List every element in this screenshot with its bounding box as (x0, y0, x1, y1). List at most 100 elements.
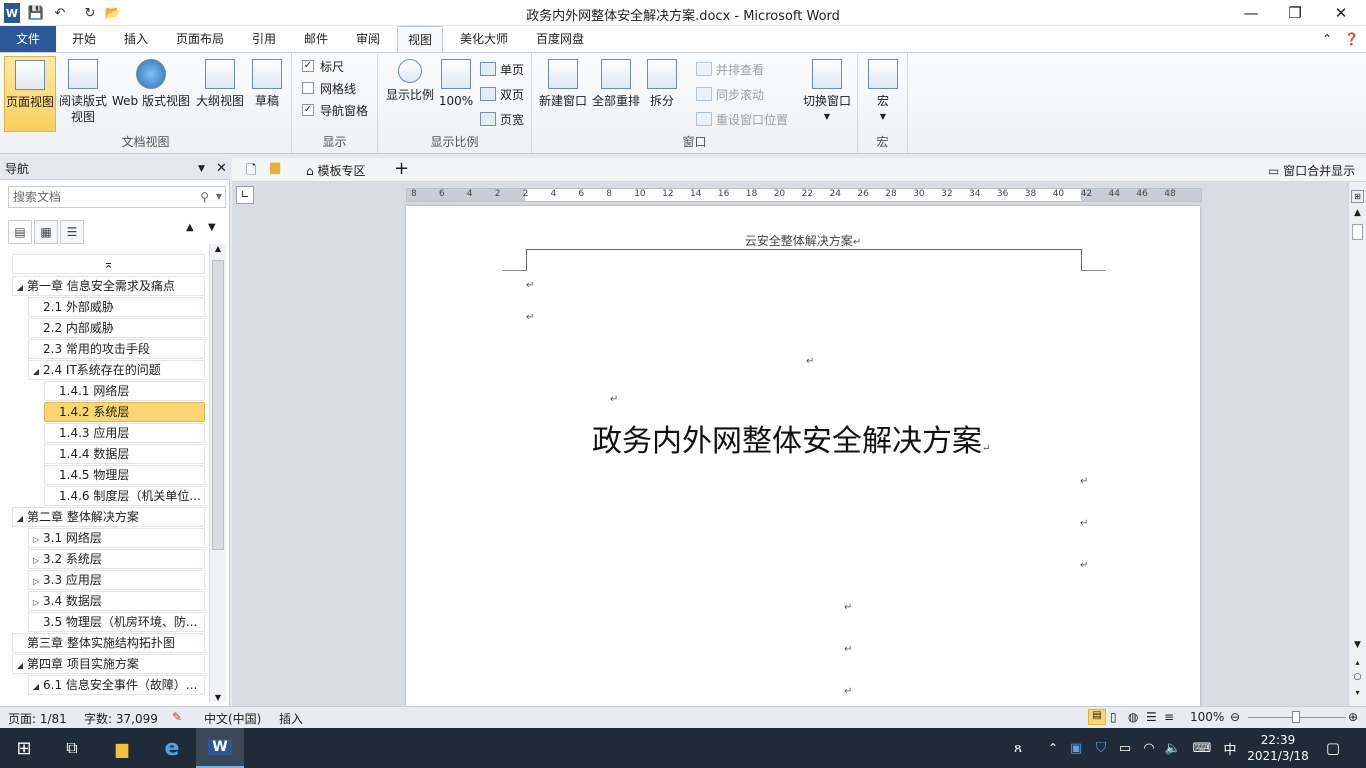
nav-heading-item[interactable]: ▷ 3.4 数据层 (28, 591, 205, 611)
print-layout-view-icon[interactable]: ▤ (1088, 709, 1106, 725)
nav-heading-item[interactable]: ◢ 第一章 信息安全需求及痛点 (12, 276, 205, 296)
folder-icon[interactable]: ▆ (270, 160, 280, 175)
expand-arrow-icon[interactable]: ▷ (29, 551, 43, 568)
scroll-down-icon[interactable]: ▼ (210, 693, 226, 702)
restore-icon[interactable]: ❐ (1272, 0, 1318, 26)
document-scrollbar[interactable]: ⊞ ▲ ▼ ▴ ○ ▾ (1348, 182, 1366, 706)
previous-heading-icon[interactable]: ▲ (186, 222, 194, 233)
nav-heading-item[interactable]: ▷ 3.1 网络层 (28, 528, 205, 548)
template-tab[interactable]: ⌂ 模板专区 (306, 162, 365, 179)
word-count[interactable]: 字数: 37,099 (84, 710, 158, 727)
expand-arrow-icon[interactable]: ▷ (29, 593, 43, 610)
expand-arrow-icon[interactable]: ▷ (29, 530, 43, 547)
full-reading-view-icon[interactable]: ▯ (1110, 710, 1117, 724)
outline-button[interactable]: 大纲视图 (194, 56, 246, 132)
next-page-icon[interactable]: ▾ (1349, 688, 1366, 697)
nav-search-input[interactable]: 搜索文档 ⚲ ▼ (8, 186, 226, 208)
word-taskbar-icon[interactable]: W (196, 728, 244, 768)
scroll-down-icon[interactable]: ▼ (1349, 640, 1366, 650)
people-icon[interactable]: ጸ (1006, 728, 1030, 768)
nav-heading-item[interactable]: 2.1 外部威胁 (28, 297, 205, 317)
nav-options-dropdown-icon[interactable]: ▼ (198, 158, 205, 180)
tab-view[interactable]: 视图 (397, 26, 444, 53)
reset-position-button[interactable]: 重设窗口位置 (696, 109, 788, 129)
new-doc-icon[interactable]: 🗋 (246, 161, 256, 183)
one-page-button[interactable]: 单页 (480, 59, 524, 79)
ruler-toggle-icon[interactable]: ⊞ (1351, 190, 1364, 203)
search-dropdown-icon[interactable]: ▼ (216, 187, 222, 207)
tab-stop-selector[interactable]: ∟ (236, 186, 254, 204)
nav-scroll-thumb[interactable] (212, 260, 224, 550)
tab-review[interactable]: 审阅 (346, 26, 390, 52)
proofing-icon[interactable]: ✎ (172, 710, 182, 724)
nav-pane-checkbox[interactable]: ✓ 导航窗格 (302, 100, 368, 120)
nav-heading-item[interactable]: 1.4.1 网络层 (44, 381, 205, 401)
web-layout-button[interactable]: Web 版式视图 (110, 56, 192, 132)
ribbon-collapse-icon[interactable]: ⌃ (1320, 26, 1334, 52)
nav-heading-item[interactable]: 1.4.5 物理层 (44, 465, 205, 485)
search-icon[interactable]: ⚲ (200, 187, 209, 207)
merge-windows-button[interactable]: ▭ 窗口合并显示 (1268, 162, 1355, 179)
zoom-100-button[interactable]: 100% (438, 56, 474, 132)
page-count[interactable]: 页面: 1/81 (8, 710, 67, 727)
nav-heading-item[interactable]: 第三章 整体实施结构拓扑图 (12, 633, 205, 653)
ie-browser-icon[interactable]: e (148, 728, 196, 768)
start-windows-icon[interactable]: ⊞ (0, 728, 48, 768)
new-window-button[interactable]: 新建窗口 (536, 56, 590, 132)
split-button[interactable]: 拆分 (644, 56, 680, 132)
collapse-arrow-icon[interactable]: ◢ (29, 362, 43, 379)
close-icon[interactable]: ✕ (1318, 0, 1364, 26)
pages-tab-icon[interactable]: ▦ (34, 220, 58, 244)
scroll-up-icon[interactable]: ▲ (1349, 208, 1366, 218)
gridlines-checkbox[interactable]: 网格线 (302, 78, 356, 98)
minimize-icon[interactable]: — (1228, 0, 1274, 26)
insert-mode[interactable]: 插入 (279, 710, 303, 727)
nav-heading-item[interactable]: ◢ 6.1 信息安全事件（故障）... (28, 675, 205, 695)
results-tab-icon[interactable]: ☰ (60, 220, 84, 244)
help-icon[interactable]: ❓ (1342, 26, 1361, 52)
clock[interactable]: 22:39 2021/3/18 (1246, 728, 1310, 768)
next-heading-icon[interactable]: ▼ (208, 222, 216, 233)
nav-heading-item[interactable]: 3.5 物理层（机房环境、防... (28, 612, 205, 632)
outline-view-icon[interactable]: ☰ (1146, 710, 1157, 724)
two-pages-button[interactable]: 双页 (480, 84, 524, 104)
nav-heading-item[interactable]: ▷ 3.2 系统层 (28, 549, 205, 569)
nav-close-icon[interactable]: ✕ (216, 158, 227, 180)
collapse-arrow-icon[interactable]: ◢ (13, 278, 27, 295)
nav-scrollbar[interactable]: ▲ ▼ (209, 244, 226, 702)
battery-icon[interactable]: ▭ (1114, 728, 1136, 768)
tab-beautify[interactable]: 美化大师 (450, 26, 518, 52)
nav-heading-item[interactable]: 1.4.6 制度层（机关单位... (44, 486, 205, 506)
collapse-arrow-icon[interactable]: ◢ (29, 677, 43, 694)
tab-page-layout[interactable]: 页面布局 (166, 26, 234, 52)
side-by-side-button[interactable]: 并排查看 (696, 59, 764, 79)
web-view-icon[interactable]: ◍ (1128, 710, 1138, 724)
reading-layout-button[interactable]: 阅读版式 视图 (58, 56, 108, 132)
ime-indicator[interactable]: 中 (1218, 728, 1242, 768)
switch-windows-button[interactable]: 切换窗口 ▼ (800, 56, 854, 132)
zoom-slider-thumb[interactable] (1292, 711, 1300, 723)
task-view-icon[interactable]: ⧉ (48, 728, 96, 768)
macros-button[interactable]: 宏 ▼ (866, 56, 900, 132)
tab-home[interactable]: 开始 (62, 26, 106, 52)
zoom-button[interactable]: 显示比例 (382, 56, 438, 132)
draft-view-icon[interactable]: ≡ (1164, 710, 1174, 724)
nav-heading-item[interactable]: ▷ 3.3 应用层 (28, 570, 205, 590)
tab-mailings[interactable]: 邮件 (294, 26, 338, 52)
zoom-in-icon[interactable]: ⊕ (1348, 710, 1358, 724)
tab-references[interactable]: 引用 (242, 26, 286, 52)
nav-heading-item[interactable]: 2.2 内部威胁 (28, 318, 205, 338)
browse-object-icon[interactable]: ○ (1349, 672, 1366, 682)
wifi-icon[interactable]: ◠ (1138, 728, 1160, 768)
nav-heading-item[interactable]: 2.3 常用的攻击手段 (28, 339, 205, 359)
draft-button[interactable]: 草稿 (250, 56, 284, 132)
nav-heading-item[interactable]: 1.4.4 数据层 (44, 444, 205, 464)
print-layout-button[interactable]: 页面视图 (4, 56, 56, 132)
language[interactable]: 中文(中国) (204, 710, 261, 727)
sync-scroll-button[interactable]: 同步滚动 (696, 84, 764, 104)
keyboard-icon[interactable]: ⌨ (1188, 728, 1216, 768)
volume-icon[interactable]: 🔈 (1162, 728, 1184, 768)
ruler-checkbox[interactable]: ✓ 标尺 (302, 56, 344, 76)
document-page[interactable]: 云安全整体解决方案↵ ↵ ↵ ↵ ↵ 政务内外网整体安全解决方案↵ ↵ ↵ ↵ … (406, 206, 1200, 706)
zoom-level[interactable]: 100% (1190, 710, 1224, 724)
